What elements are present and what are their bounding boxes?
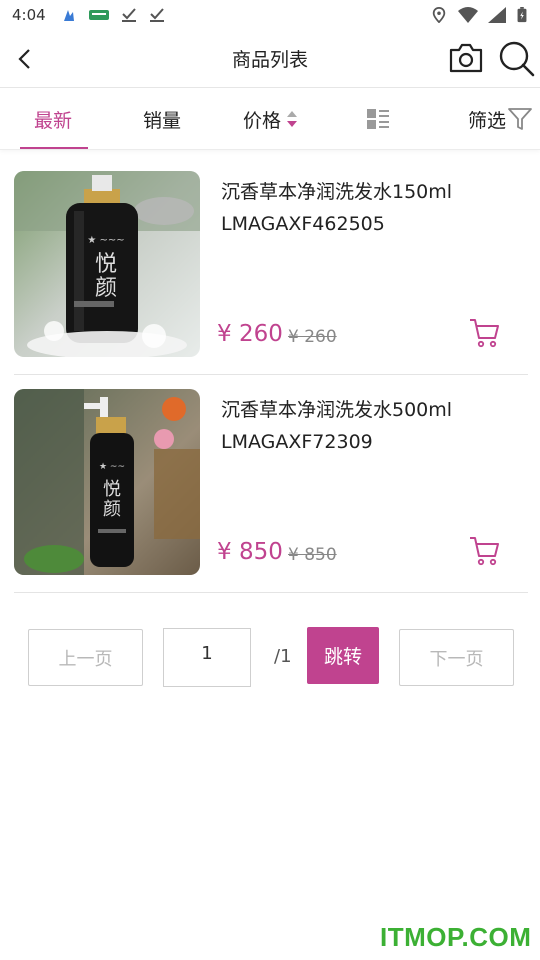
next-page-button[interactable]: 下一页 <box>399 629 514 686</box>
search-icon[interactable] <box>496 38 536 78</box>
svg-text:颜: 颜 <box>103 499 121 520</box>
app-header: 商品列表 <box>0 30 540 88</box>
status-bar: 4:04 <box>0 0 540 30</box>
shopping-cart-icon[interactable] <box>469 317 501 349</box>
product-name[interactable]: 沉香草本净润洗发水150ml <box>221 177 452 204</box>
list-layout-icon <box>367 109 389 129</box>
product-list-item[interactable]: ★ ~~~ 悦 颜 沉香草本净润洗发水150ml LMAGAXF462505 ¥… <box>14 171 528 375</box>
tab-price[interactable]: 价格 <box>243 88 299 150</box>
tab-sales[interactable]: 销量 <box>143 88 181 150</box>
filter-funnel-icon <box>508 108 532 130</box>
product-code: LMAGAXF462505 <box>221 213 385 235</box>
wifi-icon <box>458 7 478 23</box>
product-price: ¥ 850 <box>217 539 283 565</box>
watermark: ITMOP.COM <box>380 922 532 952</box>
svg-text:悦: 悦 <box>103 479 121 500</box>
jump-label: 跳转 <box>323 646 362 668</box>
svg-text:颜: 颜 <box>95 276 117 301</box>
product-code: LMAGAXF72309 <box>221 431 373 453</box>
tab-label: 销量 <box>143 109 182 132</box>
tab-filter[interactable]: 筛选 <box>468 88 533 150</box>
download-done-icon <box>149 8 164 22</box>
product-original-price: ¥ 850 <box>288 545 337 565</box>
tab-label: 筛选 <box>468 109 507 132</box>
tab-label: 最新 <box>34 109 73 132</box>
active-tab-indicator <box>20 147 88 149</box>
download-done-icon <box>121 8 136 22</box>
tab-label: 价格 <box>243 109 282 132</box>
shopping-cart-icon[interactable] <box>469 535 501 567</box>
product-original-price: ¥ 260 <box>288 327 337 347</box>
location-icon <box>432 7 446 23</box>
product-image[interactable]: ★ ~~~ 悦 颜 <box>14 171 200 357</box>
notification-icon <box>63 10 74 21</box>
product-image[interactable]: ★ ~~ 悦 颜 <box>14 389 200 575</box>
app-notification-icon <box>88 10 109 20</box>
sort-arrows-icon <box>287 111 298 127</box>
product-price: ¥ 260 <box>217 321 283 347</box>
signal-icon <box>488 7 506 23</box>
camera-icon[interactable] <box>448 42 484 74</box>
svg-text:★ ~~: ★ ~~ <box>99 462 125 472</box>
status-time: 4:04 <box>12 6 46 24</box>
product-name[interactable]: 沉香草本净润洗发水500ml <box>221 395 452 422</box>
product-list-item[interactable]: ★ ~~ 悦 颜 沉香草本净润洗发水500ml LMAGAXF72309 ¥ 8… <box>14 389 528 593</box>
page-number-input[interactable]: 1 <box>163 628 251 687</box>
prev-page-label: 上一页 <box>58 648 113 670</box>
jump-button[interactable]: 跳转 <box>307 627 379 684</box>
filter-tabs: 最新 销量 价格 筛选 <box>0 88 540 150</box>
svg-text:悦: 悦 <box>95 252 117 277</box>
page-total: /1 <box>274 646 292 667</box>
layout-toggle[interactable] <box>366 88 390 150</box>
tab-newest[interactable]: 最新 <box>34 88 72 150</box>
battery-icon <box>517 7 527 23</box>
prev-page-button[interactable]: 上一页 <box>28 629 143 686</box>
svg-text:★ ~~~: ★ ~~~ <box>87 235 124 246</box>
next-page-label: 下一页 <box>429 648 484 670</box>
